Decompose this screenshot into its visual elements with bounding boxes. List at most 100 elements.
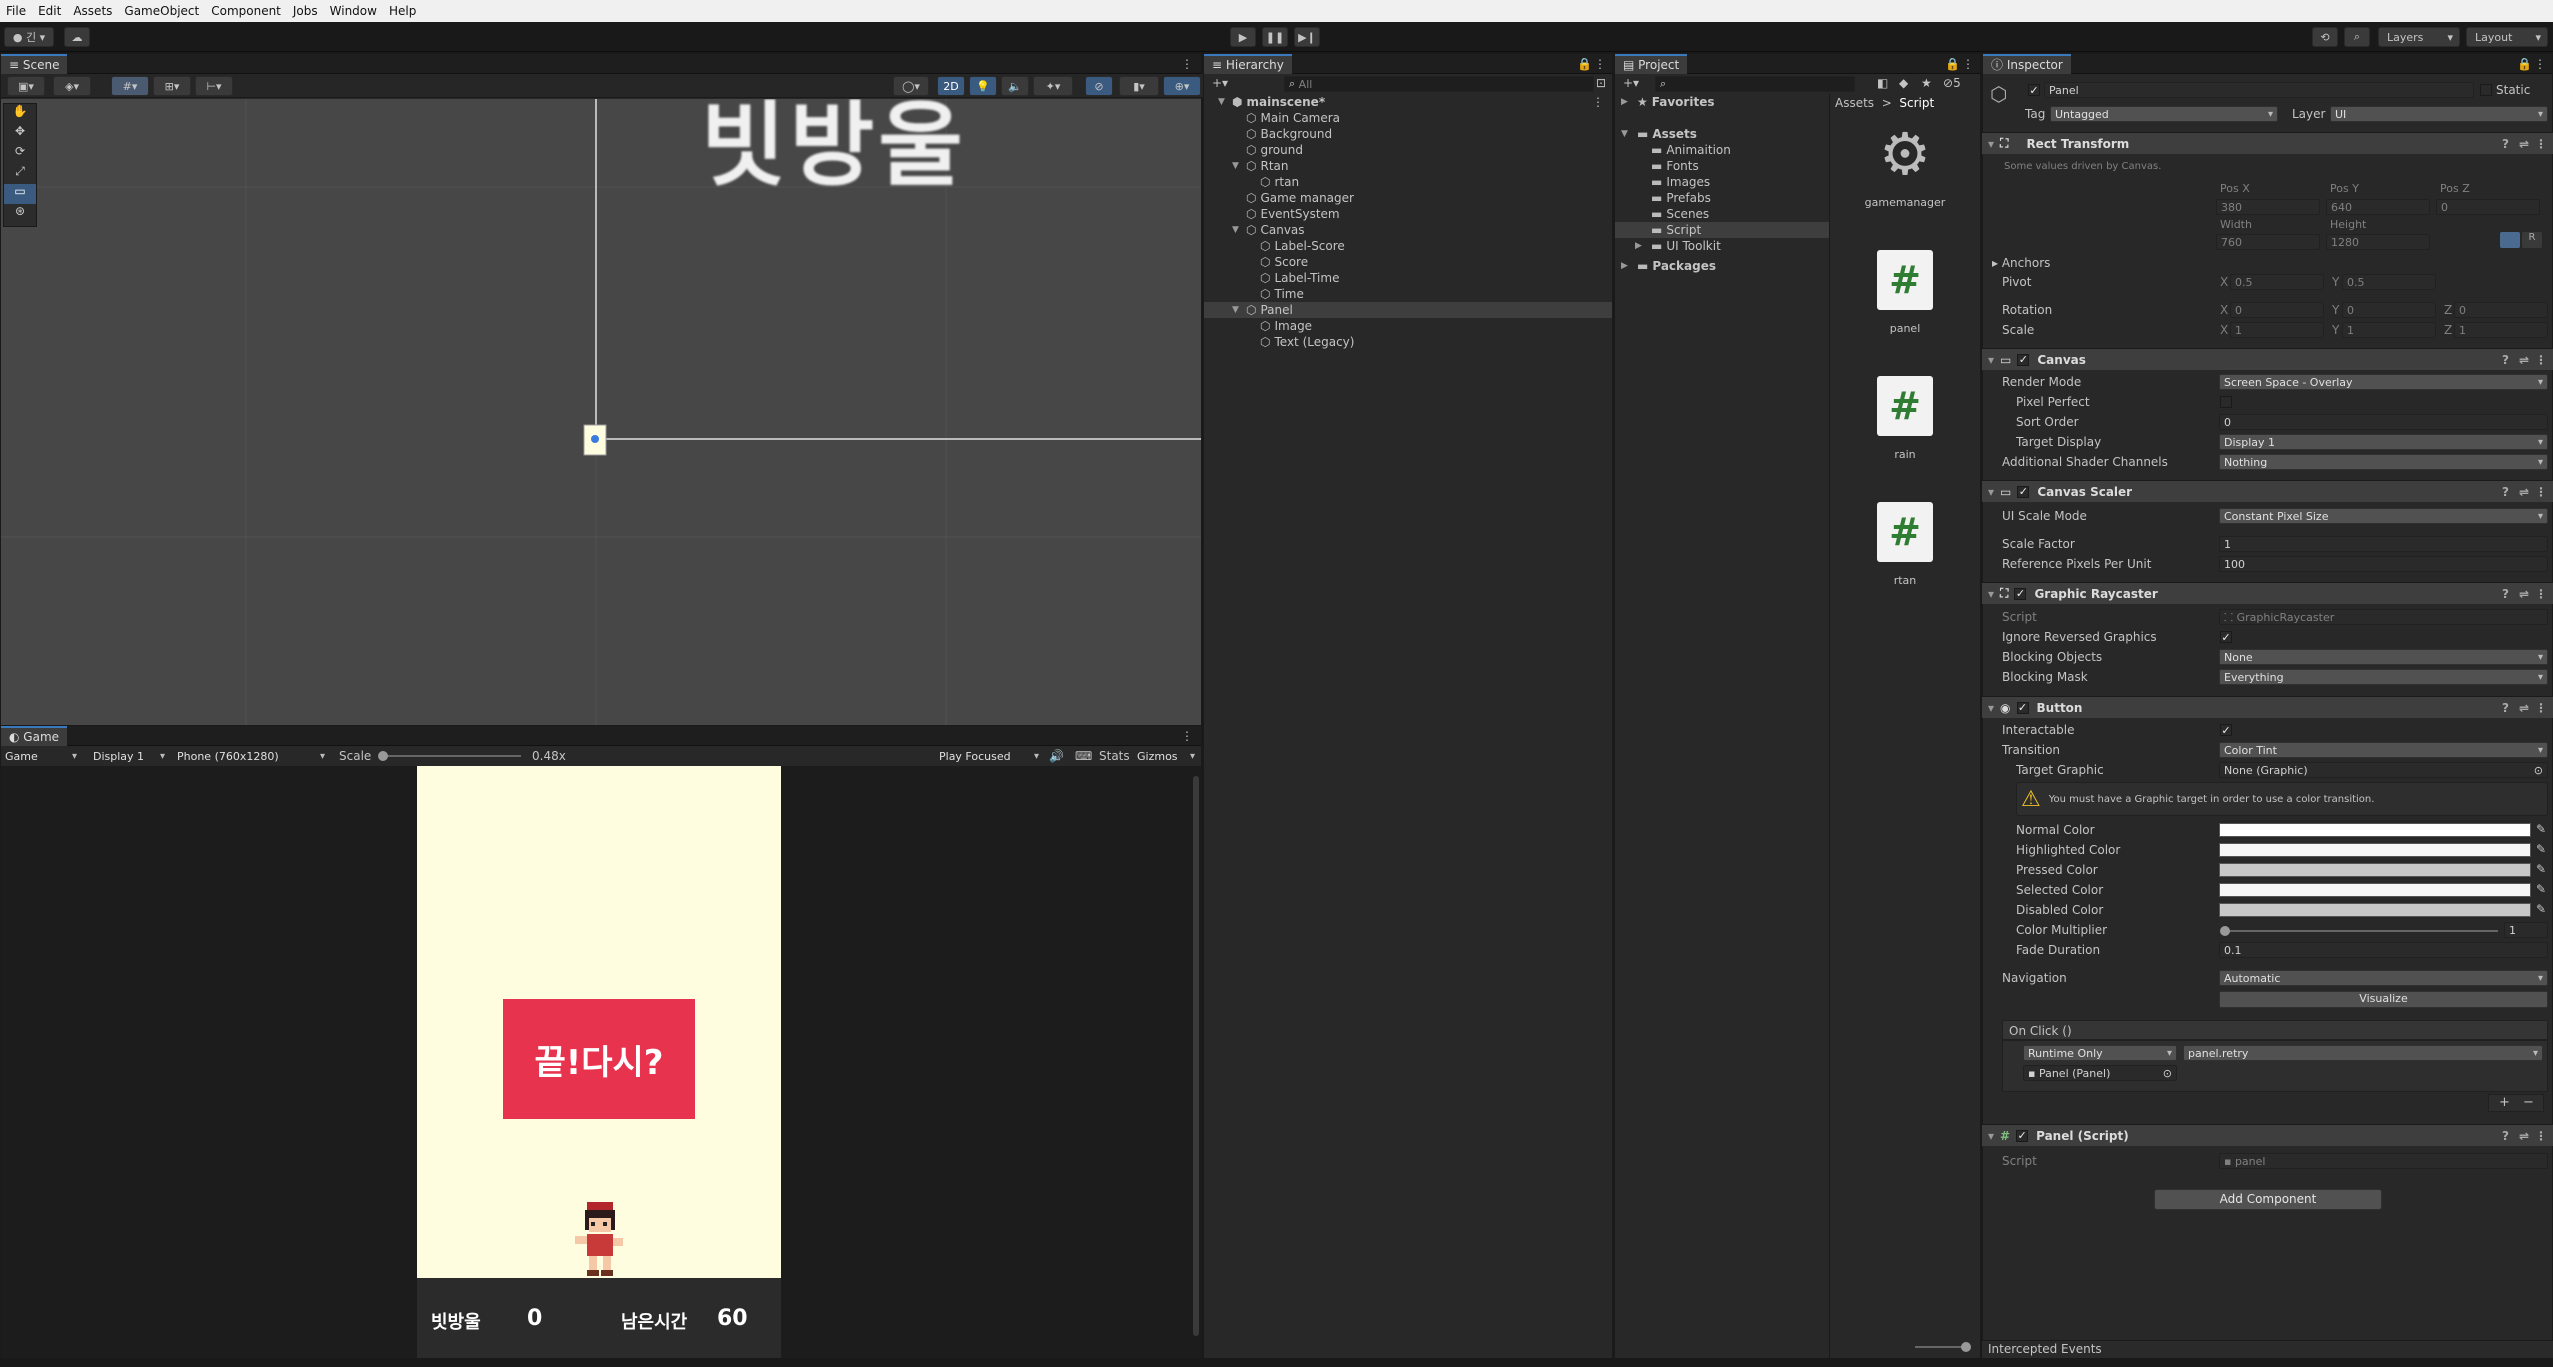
- hierarchy-item[interactable]: ⬡ Label-Score: [1204, 238, 1612, 254]
- foldout-arrow-icon[interactable]: ▼: [1621, 129, 1633, 139]
- lock-icon[interactable]: 🔒: [2517, 57, 2532, 71]
- pause-button[interactable]: ❚❚: [1262, 27, 1288, 47]
- hierarchy-item[interactable]: ⬡ Image: [1204, 318, 1612, 334]
- foldout-arrow-icon[interactable]: ▶: [1621, 261, 1633, 271]
- scale-factor-field[interactable]: 1: [2219, 536, 2548, 552]
- help-icon[interactable]: ?: [2502, 701, 2509, 715]
- help-icon[interactable]: ?: [2502, 137, 2509, 151]
- shader-channels-dropdown[interactable]: Nothing: [2219, 454, 2548, 470]
- rotate-tool-icon[interactable]: ⟳: [4, 144, 36, 164]
- eyedropper-icon[interactable]: ✎: [2536, 822, 2546, 836]
- foldout-arrow-icon[interactable]: ▾: [1988, 137, 1994, 151]
- menu-item-gameobject[interactable]: GameObject: [118, 4, 205, 18]
- tab-project[interactable]: ▤ Project: [1615, 53, 1688, 74]
- hierarchy-item[interactable]: ⬡ Label-Time: [1204, 270, 1612, 286]
- cloud-button[interactable]: ☁: [64, 27, 90, 47]
- pressed-color-swatch[interactable]: [2219, 863, 2531, 877]
- project-tree-item[interactable]: ▬ Scenes: [1615, 206, 1829, 222]
- intercepted-events-bar[interactable]: Intercepted Events: [1982, 1340, 2553, 1358]
- project-tree-item[interactable]: ▶ ★ Favorites: [1615, 94, 1829, 110]
- game-scrollbar[interactable]: [1193, 776, 1199, 1336]
- color-multiplier-slider[interactable]: [2220, 926, 2498, 936]
- display-dropdown[interactable]: Display 1: [89, 748, 169, 764]
- play-button[interactable]: ▶: [1230, 27, 1256, 47]
- transform-tool-icon[interactable]: ⊛: [4, 204, 36, 224]
- hierarchy-item[interactable]: ▼ ⬢ mainscene* ⋮: [1204, 94, 1612, 110]
- rect-transform-header[interactable]: ▾ ⛶ Rect Transform ? ⇌ ⋮: [1982, 132, 2553, 154]
- account-button[interactable]: ● 긴 ▾: [4, 27, 54, 47]
- canvas-enabled-checkbox[interactable]: ✓: [2017, 353, 2030, 366]
- anchors-foldout[interactable]: ▸ Anchors: [1992, 255, 2050, 271]
- project-tree-item[interactable]: ▬ Prefabs: [1615, 190, 1829, 206]
- draw-mode-button[interactable]: ▣▾: [7, 76, 45, 96]
- more-options-icon[interactable]: ⋮: [2535, 137, 2547, 151]
- interactable-checkbox[interactable]: ✓: [2220, 724, 2232, 737]
- project-tree-item[interactable]: ▼ ▬ Assets: [1615, 126, 1829, 142]
- add-component-button[interactable]: Add Component: [2154, 1189, 2382, 1210]
- scene-camera-button[interactable]: ◯▾: [893, 76, 929, 96]
- hierarchy-item[interactable]: ⬡ Text (Legacy): [1204, 334, 1612, 350]
- preset-icon[interactable]: ⇌: [2519, 587, 2529, 601]
- project-tree-item[interactable]: ▬ Fonts: [1615, 158, 1829, 174]
- panel-script-header[interactable]: ▾ # ✓ Panel (Script) ? ⇌ ⋮: [1982, 1124, 2553, 1146]
- eyedropper-icon[interactable]: ✎: [2536, 862, 2546, 876]
- asset-tile[interactable]: # rtan: [1830, 492, 1980, 612]
- project-search-input[interactable]: ⌕: [1655, 76, 1855, 92]
- foldout-arrow-icon[interactable]: ▼: [1218, 97, 1228, 107]
- menu-item-help[interactable]: Help: [383, 4, 422, 18]
- highlighted-color-swatch[interactable]: [2219, 843, 2531, 857]
- scale-slider-thumb[interactable]: [378, 751, 388, 761]
- panel-script-enabled-checkbox[interactable]: ✓: [2016, 1129, 2029, 1142]
- snap-settings-button[interactable]: ⊞▾: [153, 76, 191, 96]
- help-icon[interactable]: ?: [2502, 485, 2509, 499]
- camera-settings-button[interactable]: ▮▾: [1119, 76, 1159, 96]
- foldout-arrow-icon[interactable]: ▾: [1988, 701, 1994, 715]
- hand-tool-icon[interactable]: ✋: [4, 104, 36, 124]
- eyedropper-icon[interactable]: ✎: [2536, 902, 2546, 916]
- static-checkbox[interactable]: [2480, 84, 2492, 96]
- menu-item-edit[interactable]: Edit: [32, 4, 67, 18]
- ui-scale-mode-dropdown[interactable]: Constant Pixel Size: [2219, 508, 2548, 524]
- hidden-objects-toggle[interactable]: ⊘: [1085, 76, 1113, 96]
- button-enabled-checkbox[interactable]: ✓: [2016, 701, 2029, 714]
- color-multiplier-thumb[interactable]: [2220, 926, 2230, 936]
- graphic-raycaster-header[interactable]: ▾ ⛶ ✓ Graphic Raycaster ? ⇌ ⋮: [1982, 582, 2553, 604]
- project-tree-item[interactable]: ▬ Images: [1615, 174, 1829, 190]
- sort-order-field[interactable]: 0: [2219, 414, 2548, 430]
- retry-button[interactable]: 끝!다시?: [503, 999, 695, 1119]
- add-event-icon[interactable]: +: [2499, 1095, 2510, 1110]
- transition-dropdown[interactable]: Color Tint: [2219, 742, 2548, 758]
- project-tree-item[interactable]: ▬ Animaition: [1615, 142, 1829, 158]
- filter-icon[interactable]: ⊡: [1596, 76, 1606, 90]
- menu-item-jobs[interactable]: Jobs: [287, 4, 324, 18]
- active-checkbox[interactable]: ✓: [2028, 84, 2040, 97]
- audio-toggle[interactable]: 🔈: [1001, 76, 1029, 96]
- button-component-header[interactable]: ▾ ◉ ✓ Button ? ⇌ ⋮: [1982, 696, 2553, 718]
- preset-icon[interactable]: ⇌: [2519, 485, 2529, 499]
- hierarchy-item[interactable]: ▼ ⬡ Panel: [1204, 302, 1612, 318]
- foldout-arrow-icon[interactable]: ▼: [1232, 225, 1242, 235]
- search-button[interactable]: ⌕: [2344, 27, 2370, 47]
- more-options-icon[interactable]: ⋮: [1592, 95, 1604, 109]
- game-viewport[interactable]: 끝!다시?: [417, 766, 781, 1278]
- foldout-arrow-icon[interactable]: ▾: [1988, 1129, 1994, 1143]
- play-mode-dropdown[interactable]: Play Focused: [935, 748, 1043, 764]
- breadcrumb-assets[interactable]: Assets: [1835, 96, 1874, 110]
- object-picker-icon[interactable]: ⊙: [2163, 1067, 2172, 1080]
- add-icon[interactable]: +▾: [1212, 76, 1228, 90]
- help-icon[interactable]: ?: [2502, 587, 2509, 601]
- hierarchy-item[interactable]: ⬡ Score: [1204, 254, 1612, 270]
- tab-scene[interactable]: ≡ Scene: [1, 53, 68, 74]
- scale-slider[interactable]: [378, 751, 521, 761]
- more-options-icon[interactable]: ⋮: [2534, 57, 2546, 71]
- menu-item-file[interactable]: File: [0, 4, 32, 18]
- more-options-icon[interactable]: ⋮: [2535, 587, 2547, 601]
- project-tree-item[interactable]: ▬ Script: [1615, 222, 1829, 238]
- project-tree-item[interactable]: ▶ ▬ Packages: [1615, 258, 1829, 274]
- object-picker-icon[interactable]: ⊙: [2534, 764, 2543, 777]
- more-options-icon[interactable]: ⋮: [2535, 485, 2547, 499]
- hidden-packages-icon[interactable]: ⊘5: [1943, 76, 1961, 90]
- blueprint-mode-button[interactable]: [2500, 232, 2520, 248]
- gizmos-dropdown[interactable]: Gizmos: [1133, 748, 1199, 764]
- foldout-arrow-icon[interactable]: ▾: [1988, 587, 1994, 601]
